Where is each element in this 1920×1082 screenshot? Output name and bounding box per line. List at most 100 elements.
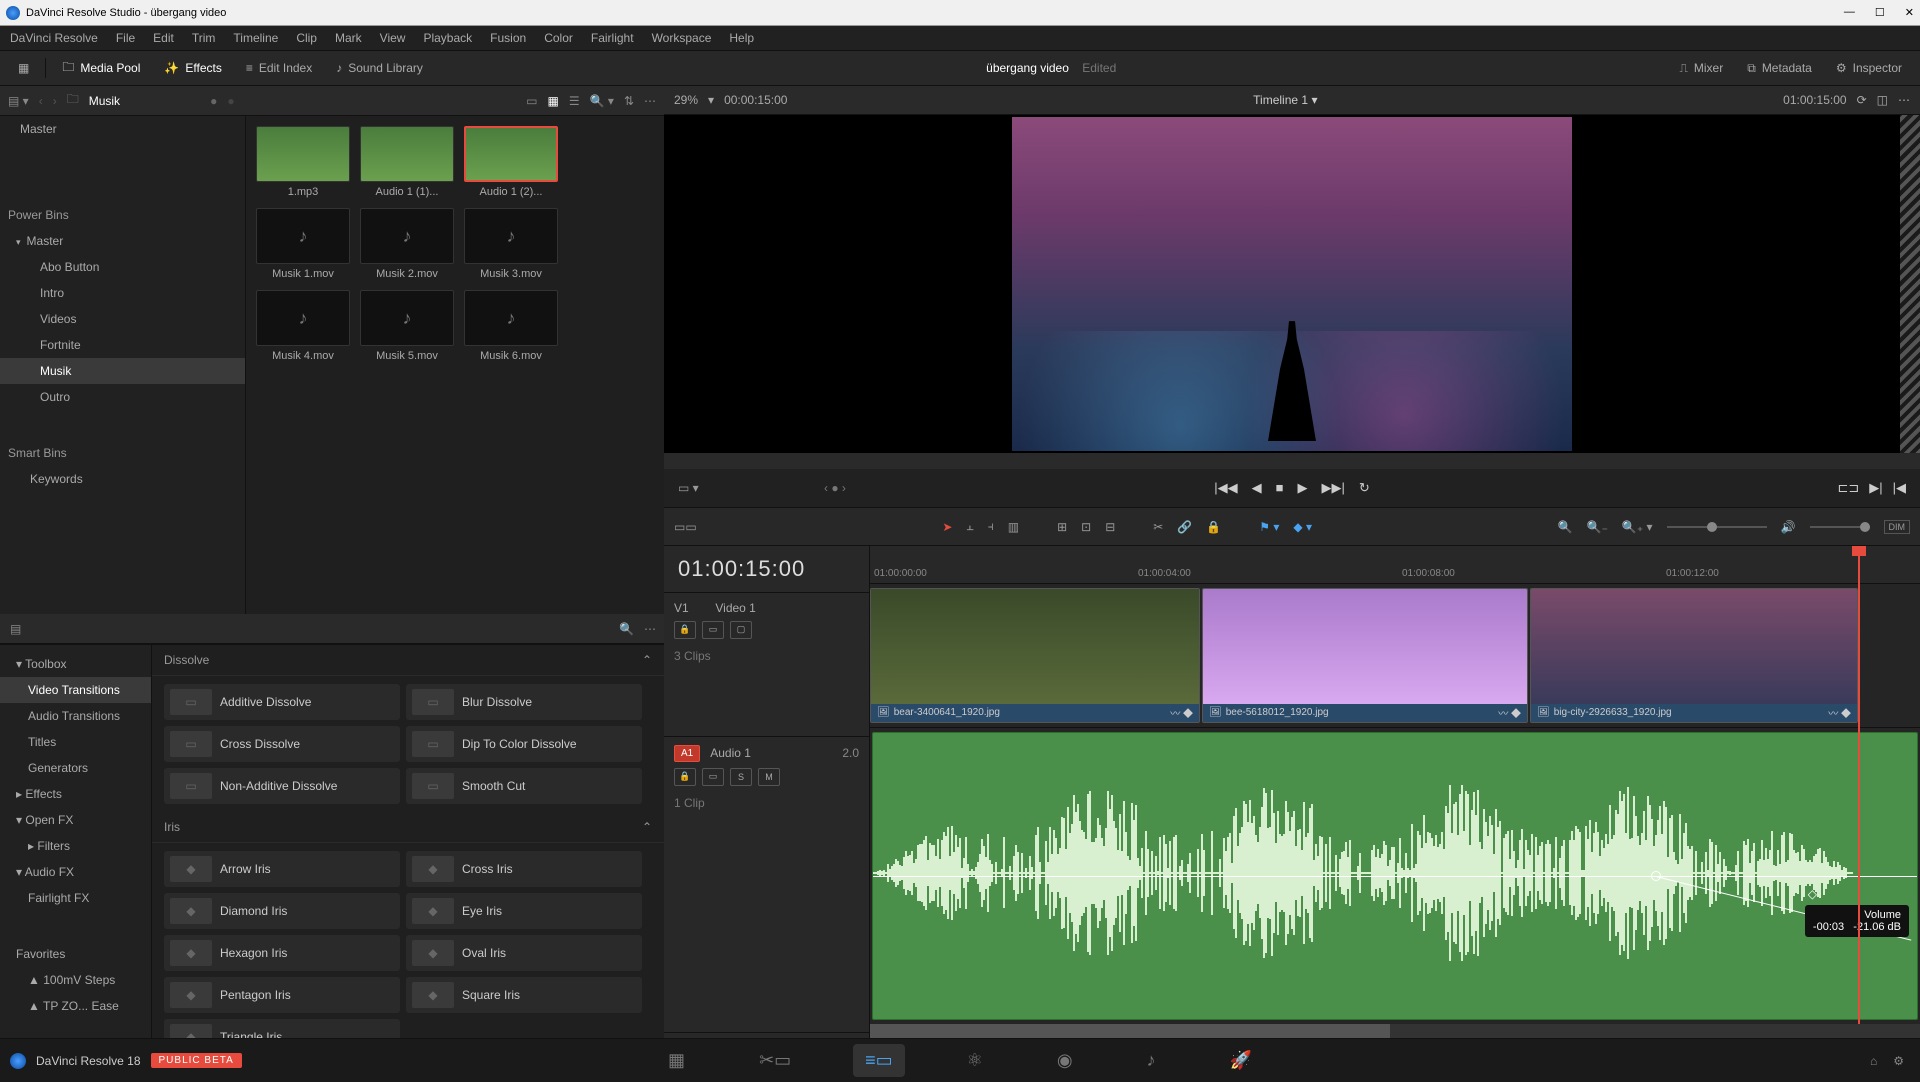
audiofx-heading[interactable]: ▾ Audio FX [0, 859, 151, 885]
menu-clip[interactable]: Clip [296, 31, 317, 45]
bin-dropdown-icon[interactable]: ▤ ▾ [8, 94, 29, 108]
transition-item[interactable]: ◆Oval Iris [406, 935, 642, 971]
transition-item[interactable]: ◆Eye Iris [406, 893, 642, 929]
effects-search-icon[interactable]: 🔍 [619, 622, 634, 636]
sort-icon[interactable]: ⇅ [624, 94, 634, 108]
first-frame-button[interactable]: |◀◀ [1214, 480, 1237, 496]
audio-track-head[interactable]: A1 Audio 1 2.0 🔒 ▭ S M 1 Clip [664, 737, 869, 1033]
history-fwd-icon[interactable]: › [53, 94, 57, 108]
effects-layout-icon[interactable]: ▤ [10, 622, 21, 636]
timeline-ruler[interactable]: 01:00:00:00 01:00:04:00 01:00:08:00 01:0… [870, 546, 1920, 584]
fav-100mv[interactable]: ▲ 100mV Steps [0, 967, 151, 993]
timeline-timecode[interactable]: 01:00:15:00 [664, 546, 869, 593]
audio-transitions[interactable]: Audio Transitions [0, 703, 151, 729]
menu-davinci[interactable]: DaVinci Resolve [10, 31, 98, 45]
search-icon[interactable]: 🔍 ▾ [590, 94, 614, 108]
volume-line[interactable] [873, 876, 1917, 877]
zoom-dropdown-icon[interactable]: ▾ [708, 93, 714, 107]
zoom-in-icon[interactable]: 🔍₊ ▾ [1622, 520, 1653, 534]
timeline-h-scrollbar[interactable] [870, 1024, 1920, 1038]
video-track-v1[interactable]: 🖼bear-3400641_1920.jpg〰 ◆🖼bee-5618012_19… [870, 584, 1920, 728]
menu-playback[interactable]: Playback [423, 31, 472, 45]
dissolve-section[interactable]: Dissolve⌃ [152, 645, 664, 676]
menu-mark[interactable]: Mark [335, 31, 362, 45]
out-point-icon[interactable]: ▶| [1869, 480, 1882, 496]
maximize-button[interactable]: ☐ [1875, 6, 1885, 19]
audio-track-a1[interactable]: ◇ Volume -00:03 -21.06 dB [870, 728, 1920, 1024]
link-icon[interactable]: 🔗 [1177, 520, 1192, 534]
loop-button[interactable]: ↻ [1359, 480, 1370, 496]
clip-item[interactable]: ♪Musik 3.mov [464, 208, 558, 280]
transition-item[interactable]: ◆Pentagon Iris [164, 977, 400, 1013]
bin-intro[interactable]: Intro [0, 280, 245, 306]
next-frame-button[interactable]: ▶▶| [1321, 480, 1344, 496]
dynamic-trim-icon[interactable]: ⫞ [988, 519, 994, 534]
menu-fusion[interactable]: Fusion [490, 31, 526, 45]
edit-index-button[interactable]: ≡ Edit Index [238, 57, 320, 79]
more-icon[interactable]: ⋯ [644, 94, 656, 108]
bin-musik[interactable]: Musik [0, 358, 245, 384]
transition-item[interactable]: ▭Cross Dissolve [164, 726, 400, 762]
deliver-page-icon[interactable]: 🚀 [1218, 1044, 1264, 1077]
zoom-slider[interactable] [1667, 526, 1767, 528]
audio-clip[interactable]: ◇ Volume -00:03 -21.06 dB [872, 732, 1918, 1020]
bin-master[interactable]: Master [0, 228, 245, 254]
video-clip[interactable]: 🖼bee-5618012_1920.jpg〰 ◆ [1202, 588, 1528, 723]
bin-abo-button[interactable]: Abo Button [0, 254, 245, 280]
selection-tool-icon[interactable]: ➤ [942, 520, 952, 534]
bin-master-root[interactable]: Master [0, 116, 245, 142]
a1-wave-icon[interactable]: ▭ [702, 768, 724, 786]
razor-icon[interactable]: ✂ [1153, 520, 1163, 534]
metadata-button[interactable]: ⧉ Metadata [1739, 57, 1820, 80]
video-transitions[interactable]: Video Transitions [0, 677, 151, 703]
fade-handle-icon[interactable]: ◇ [1808, 887, 1817, 901]
viewer-monitor[interactable] [664, 115, 1920, 453]
video-clip[interactable]: 🖼big-city-2926633_1920.jpg〰 ◆ [1530, 588, 1858, 723]
menu-edit[interactable]: Edit [153, 31, 174, 45]
replace-icon[interactable]: ⊟ [1105, 520, 1115, 534]
insert-icon[interactable]: ⊞ [1057, 520, 1067, 534]
clip-item[interactable]: ♪Musik 2.mov [360, 208, 454, 280]
v1-lock-icon[interactable]: 🔒 [674, 621, 696, 639]
inspector-button[interactable]: ⚙ Inspector [1828, 57, 1910, 79]
settings-icon[interactable]: ⚙ [1893, 1054, 1904, 1068]
menu-view[interactable]: View [380, 31, 406, 45]
v1-disable-icon[interactable]: ▢ [730, 621, 752, 639]
transition-item[interactable]: ▭Additive Dissolve [164, 684, 400, 720]
list-view-icon[interactable]: ☰ [569, 94, 580, 108]
in-point-icon[interactable]: |◀ [1893, 480, 1906, 496]
effects-button[interactable]: ✨ Effects [156, 57, 229, 79]
blade-tool-icon[interactable]: ▥ [1008, 520, 1019, 534]
mixer-button[interactable]: ⎍ Mixer [1671, 57, 1731, 80]
timeline-name[interactable]: Timeline 1 [1253, 93, 1308, 107]
viewer-more-icon[interactable]: ⋯ [1898, 93, 1910, 107]
fav-tpzo[interactable]: ▲ TP ZO... Ease [0, 993, 151, 1019]
video-clip[interactable]: 🖼bear-3400641_1920.jpg〰 ◆ [870, 588, 1200, 723]
transition-item[interactable]: ▭Non-Additive Dissolve [164, 768, 400, 804]
volume-icon[interactable]: 🔊 [1781, 520, 1796, 534]
color-page-icon[interactable]: ◉ [1045, 1044, 1085, 1077]
bin-videos[interactable]: Videos [0, 306, 245, 332]
generators[interactable]: Generators [0, 755, 151, 781]
transition-item[interactable]: ◆Cross Iris [406, 851, 642, 887]
a1-mute-button[interactable]: M [758, 768, 780, 786]
menu-help[interactable]: Help [729, 31, 754, 45]
thumb-view-icon[interactable]: ▦ [548, 94, 559, 108]
play-button[interactable]: ▶ [1297, 480, 1307, 496]
clip-item[interactable]: ♪Musik 6.mov [464, 290, 558, 362]
menu-timeline[interactable]: Timeline [233, 31, 278, 45]
media-page-icon[interactable]: ▦ [656, 1044, 697, 1077]
transition-item[interactable]: ◆Diamond Iris [164, 893, 400, 929]
toolbox-heading[interactable]: ▾ Toolbox [0, 651, 151, 677]
trim-tool-icon[interactable]: ⫠ [966, 519, 973, 534]
transition-item[interactable]: ◆Hexagon Iris [164, 935, 400, 971]
minimize-button[interactable]: — [1844, 6, 1855, 19]
a1-lock-icon[interactable]: 🔒 [674, 768, 696, 786]
cut-page-icon[interactable]: ✂▭ [747, 1044, 803, 1077]
menu-trim[interactable]: Trim [192, 31, 216, 45]
transition-item[interactable]: ◆Triangle Iris [164, 1019, 400, 1038]
menu-fairlight[interactable]: Fairlight [591, 31, 634, 45]
fairlight-fx[interactable]: Fairlight FX [0, 885, 151, 911]
fairlight-page-icon[interactable]: ♪ [1135, 1044, 1168, 1077]
bin-keywords[interactable]: Keywords [0, 466, 245, 492]
